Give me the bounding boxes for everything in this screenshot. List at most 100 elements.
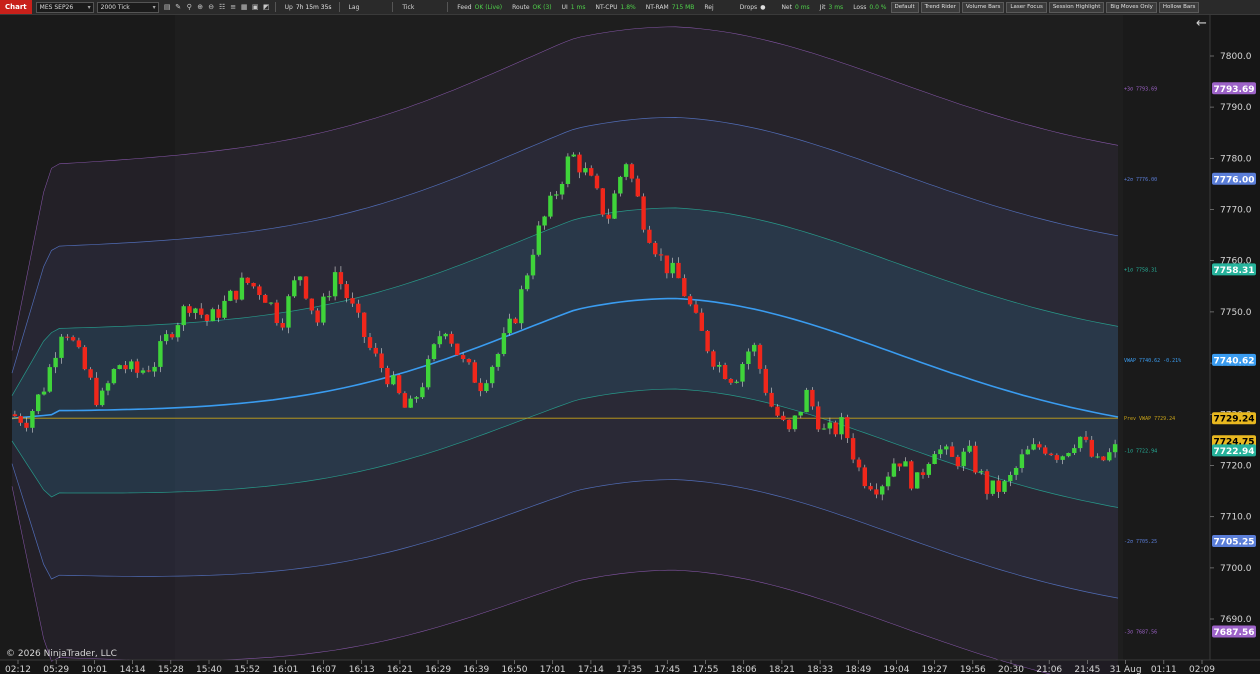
candle-down xyxy=(455,343,460,356)
candle-up xyxy=(1019,454,1025,468)
candle-down xyxy=(65,336,70,338)
default-button[interactable]: Default xyxy=(890,1,919,13)
drops-label: Drops xyxy=(739,3,758,11)
candle-down xyxy=(909,461,914,489)
candle-up xyxy=(100,390,105,406)
candle-down xyxy=(816,406,821,430)
candle-up xyxy=(490,366,495,384)
candle-down xyxy=(396,375,402,394)
candle-down xyxy=(664,255,670,274)
candle-up xyxy=(990,480,995,494)
time-tick-label: 16:01 xyxy=(272,665,298,674)
zoom-out-icon[interactable]: ⊖ xyxy=(206,3,217,11)
candle-down xyxy=(699,312,704,331)
candle-up xyxy=(804,389,809,413)
candle-down xyxy=(845,417,850,439)
time-tick-label: 16:39 xyxy=(463,665,489,674)
route-label: Route xyxy=(512,3,530,11)
candle-up xyxy=(1002,481,1007,492)
hollow-bars-button[interactable]: Hollow Bars xyxy=(1158,1,1200,13)
candle-down xyxy=(76,340,82,348)
candle-down xyxy=(862,467,867,487)
templates-icon[interactable]: ▦ xyxy=(239,3,250,11)
feed-label: Feed xyxy=(457,3,472,11)
candle-down xyxy=(362,312,367,337)
candle-down xyxy=(711,351,716,367)
candle-down xyxy=(641,196,646,230)
candle-down xyxy=(24,422,29,428)
copyright-text: © 2026 NinjaTrader, LLC xyxy=(6,649,117,659)
candle-up xyxy=(443,333,448,337)
candle-down xyxy=(763,368,768,393)
zoom-in-icon[interactable]: ⊕ xyxy=(195,3,206,11)
time-tick-label: 16:13 xyxy=(349,665,375,674)
candle-up xyxy=(158,341,163,367)
candle-down xyxy=(204,314,210,321)
candle-down xyxy=(478,382,483,392)
candle-down xyxy=(606,214,611,219)
candle-up xyxy=(105,383,111,391)
candle-up xyxy=(1095,456,1100,458)
candle-up xyxy=(1072,448,1077,453)
candle-down xyxy=(653,242,658,255)
price-chart[interactable]: +3σ 7793.69 +2σ 7776.00 +1σ 7758.31 VWAP 77… xyxy=(0,15,1260,674)
candle-down xyxy=(810,389,815,407)
bars-icon[interactable]: ▤ xyxy=(162,3,173,11)
pencil-icon[interactable]: ✎ xyxy=(173,3,184,11)
time-tick-label: 18:06 xyxy=(731,665,757,674)
time-tick-label: 19:04 xyxy=(884,665,910,674)
nt-ram-label: NT-RAM xyxy=(645,3,669,11)
big-moves-only-button[interactable]: Big Moves Only xyxy=(1106,1,1157,13)
data-box-icon[interactable]: ▣ xyxy=(250,3,261,11)
candle-up xyxy=(117,365,122,369)
candle-down xyxy=(134,361,140,373)
candle-up xyxy=(525,275,530,290)
magnify-icon[interactable]: ⚲ xyxy=(184,3,195,11)
candle-down xyxy=(577,154,582,173)
candle-down xyxy=(1043,447,1048,454)
time-tick-label: 15:52 xyxy=(234,665,260,674)
candle-up xyxy=(228,290,233,301)
instrument-selector[interactable]: MES SEP26 xyxy=(35,1,94,13)
candle-up xyxy=(501,333,507,354)
candle-up xyxy=(559,184,565,195)
candle-down xyxy=(594,175,600,189)
arrow-left-icon[interactable]: ← xyxy=(1196,16,1207,31)
candle-up xyxy=(717,365,722,367)
candle-up xyxy=(536,225,541,255)
candle-down xyxy=(513,318,518,324)
time-tick-label: 02:12 xyxy=(5,665,31,674)
candle-down xyxy=(373,347,378,354)
properties-icon[interactable]: ≡ xyxy=(228,3,239,11)
time-tick-label: 15:28 xyxy=(158,665,184,674)
session-shade-right xyxy=(1123,15,1210,660)
period-selector[interactable]: 2000 Tick xyxy=(96,1,159,13)
candle-down xyxy=(466,359,472,363)
laser-focus-button[interactable]: Laser Focus xyxy=(1006,1,1047,13)
candle-down xyxy=(897,463,902,467)
candle-up xyxy=(59,336,64,358)
price-tick-label: 7720.0 xyxy=(1220,462,1252,472)
candle-up xyxy=(484,383,489,391)
time-tick-label: 02:09 xyxy=(1189,665,1215,674)
chart-tab[interactable]: Chart xyxy=(0,0,32,14)
candle-down xyxy=(693,304,699,313)
volume-bars-button[interactable]: Volume Bars xyxy=(961,1,1005,13)
candle-up xyxy=(53,357,58,368)
price-tick-label: 7800.0 xyxy=(1220,52,1252,62)
candle-up xyxy=(926,464,931,475)
label-minus1: -1σ 7722.94 xyxy=(1124,448,1157,454)
nt-cpu-label: NT-CPU xyxy=(595,3,618,11)
candle-up xyxy=(426,359,431,388)
session-highlight-button[interactable]: Session Highlight xyxy=(1048,1,1105,13)
price-tick-label: 7700.0 xyxy=(1220,564,1252,574)
candle-up xyxy=(821,428,827,430)
nt-cpu-value: 1.8% xyxy=(620,3,636,11)
lag-label: Lag xyxy=(348,3,360,11)
trend-rider-button[interactable]: Trend Rider xyxy=(920,1,960,13)
candle-up xyxy=(885,476,891,487)
drawing-tools-icon[interactable]: ◩ xyxy=(261,3,272,11)
candle-down xyxy=(18,416,23,423)
candle-up xyxy=(530,254,536,276)
strategies-icon[interactable]: ☷ xyxy=(217,3,228,11)
